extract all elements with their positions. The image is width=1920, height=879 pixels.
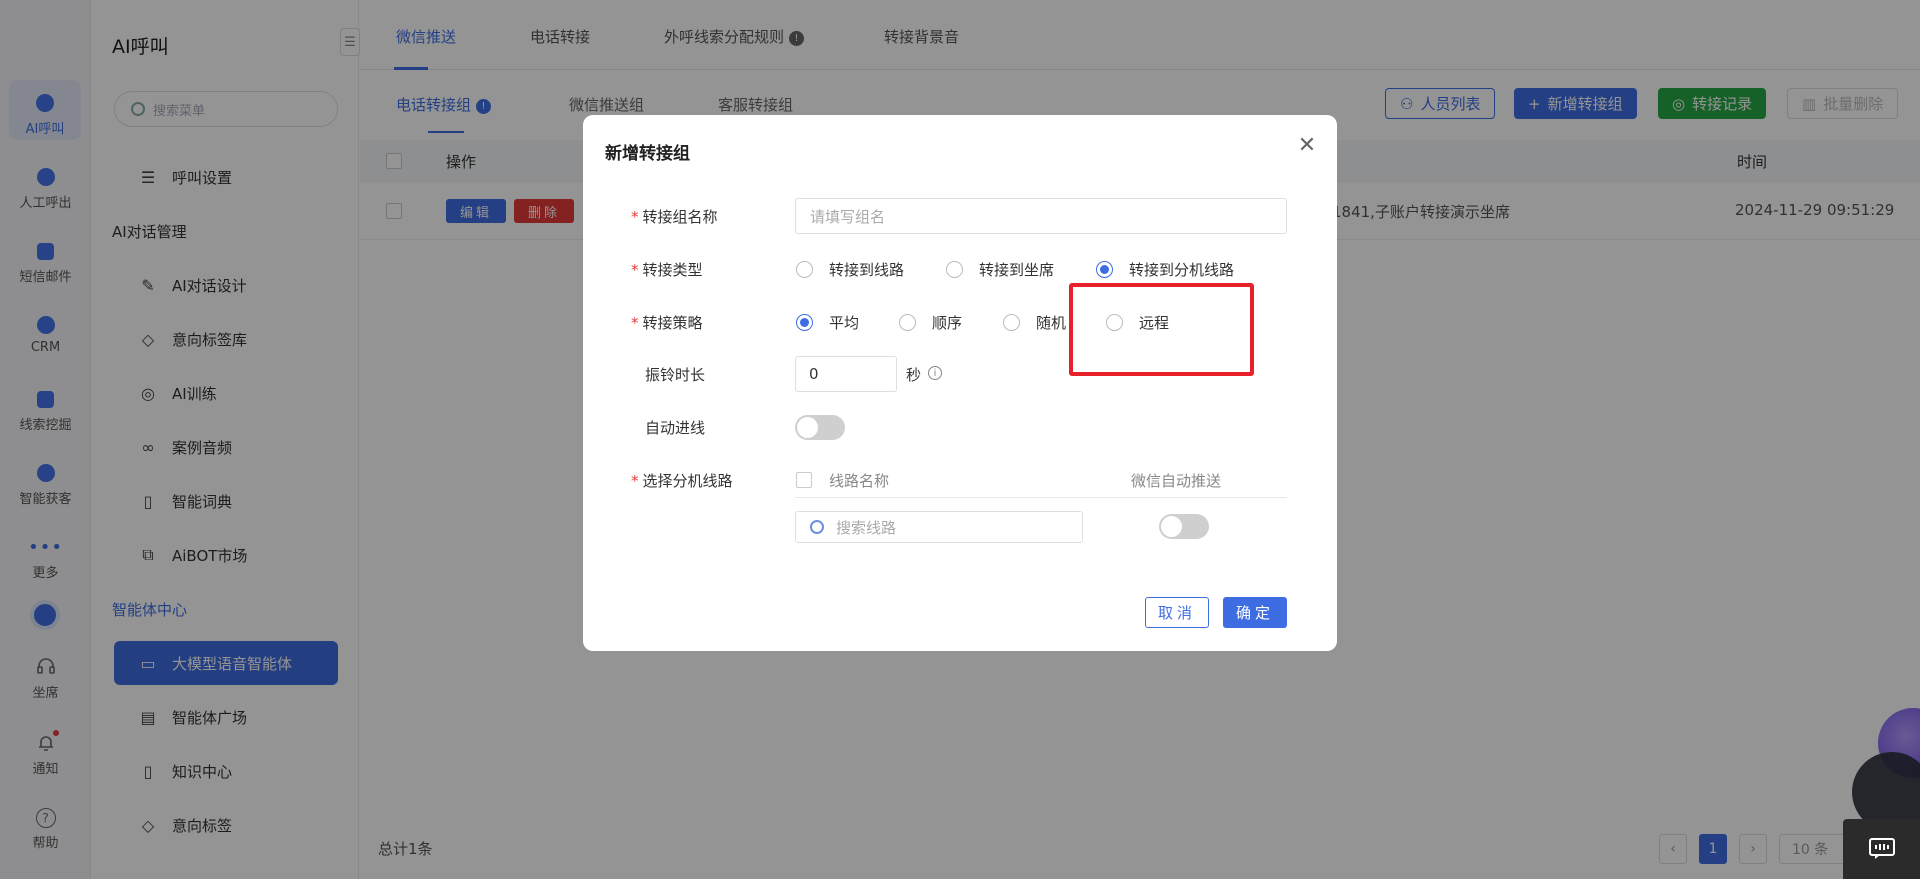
line-select-label: * 选择分机线路 xyxy=(631,472,733,490)
radio-transfer-to-line[interactable]: 转接到线路 xyxy=(796,259,904,280)
line-search-input[interactable]: 搜索线路 xyxy=(795,511,1083,543)
radio-transfer-to-extension[interactable]: 转接到分机线路 xyxy=(1096,259,1234,280)
add-transfer-group-dialog: 新增转接组 ✕ * 转接组名称 请填写组名 * 转接类型 转接到线路 转接到坐席 转… xyxy=(583,115,1337,651)
radio-strategy-average[interactable]: 平均 xyxy=(796,312,859,333)
chat-icon xyxy=(1868,838,1895,859)
floating-chat-button[interactable] xyxy=(1843,819,1920,879)
dialog-title: 新增转接组 xyxy=(605,144,690,164)
ring-time-unit: 秒 xyxy=(906,366,922,384)
ring-time-input[interactable]: 0 xyxy=(795,356,897,392)
radio-strategy-random[interactable]: 随机 xyxy=(1003,312,1066,333)
search-icon xyxy=(810,520,824,534)
group-name-input[interactable]: 请填写组名 xyxy=(795,198,1287,234)
auto-join-label: 自动进线 xyxy=(645,419,706,437)
line-table-divider xyxy=(795,497,1287,498)
cancel-button[interactable]: 取消 xyxy=(1145,597,1209,628)
confirm-button[interactable]: 确定 xyxy=(1223,597,1287,628)
info-icon[interactable]: i xyxy=(928,366,942,380)
highlight-annotation-box xyxy=(1069,283,1254,376)
wechat-auto-push-toggle[interactable] xyxy=(1159,514,1209,539)
line-select-all-checkbox[interactable] xyxy=(796,472,812,488)
ring-time-label: 振铃时长 xyxy=(645,366,706,384)
line-name-header: 线路名称 xyxy=(829,472,890,490)
auto-join-toggle[interactable] xyxy=(795,415,845,440)
transfer-type-label: * 转接类型 xyxy=(631,261,703,279)
close-icon[interactable]: ✕ xyxy=(1295,133,1319,158)
strategy-label: * 转接策略 xyxy=(631,314,703,332)
radio-strategy-sequential[interactable]: 顺序 xyxy=(899,312,962,333)
group-name-label: * 转接组名称 xyxy=(631,208,718,226)
radio-transfer-to-seat[interactable]: 转接到坐席 xyxy=(946,259,1054,280)
wechat-push-header: 微信自动推送 xyxy=(1131,472,1222,490)
